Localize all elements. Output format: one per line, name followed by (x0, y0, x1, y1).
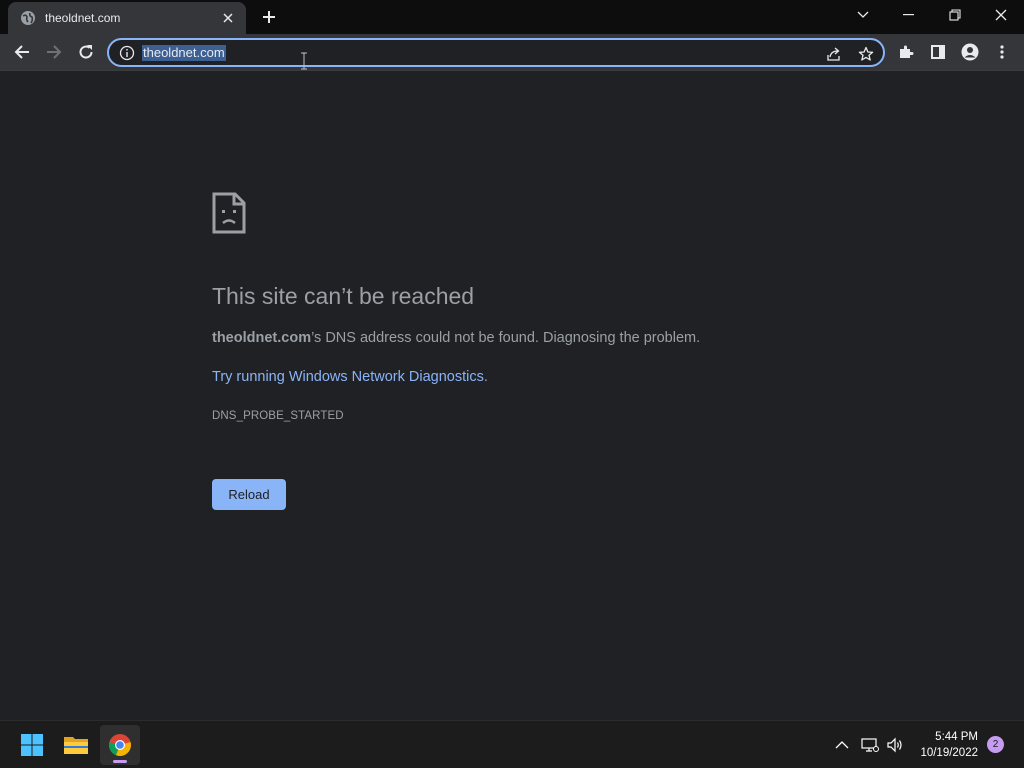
address-bar[interactable]: theoldnet.com (107, 38, 885, 67)
minimize-button[interactable] (894, 4, 924, 26)
side-panel-icon[interactable] (926, 40, 950, 64)
new-tab-button[interactable] (259, 7, 279, 27)
site-info-icon[interactable] (119, 45, 135, 61)
restore-button[interactable] (940, 4, 970, 26)
browser-tab[interactable]: theoldnet.com (8, 2, 246, 34)
close-tab-icon[interactable] (220, 10, 236, 26)
share-icon[interactable] (825, 45, 843, 63)
menu-dots-icon[interactable] (990, 40, 1014, 64)
suggestion-period: . (483, 369, 488, 385)
notification-badge[interactable]: 2 (987, 736, 1004, 753)
tab-title: theoldnet.com (45, 11, 121, 25)
error-description: theoldnet.com’s DNS address could not be… (212, 330, 700, 346)
tab-strip: theoldnet.com (0, 0, 1024, 34)
clock-date: 10/19/2022 (920, 747, 978, 759)
network-diagnostics-link[interactable]: Try running Windows Network Diagnostics (212, 369, 484, 385)
volume-icon[interactable] (885, 735, 905, 755)
chrome-taskbar-icon[interactable] (100, 725, 140, 765)
forward-button[interactable] (42, 40, 66, 64)
system-clock[interactable]: 5:44 PM 10/19/2022 (912, 729, 978, 761)
profile-avatar[interactable] (958, 40, 982, 64)
globe-icon (20, 10, 36, 26)
error-title: This site can’t be reached (212, 283, 475, 309)
clock-time: 5:44 PM (935, 731, 978, 743)
bookmark-star-icon[interactable] (857, 45, 875, 63)
back-button[interactable] (10, 40, 34, 64)
reload-page-button[interactable] (74, 40, 98, 64)
error-code: DNS_PROBE_STARTED (212, 410, 344, 422)
show-hidden-icons-chevron-icon[interactable] (832, 735, 852, 755)
reload-button[interactable]: Reload (212, 479, 286, 510)
error-suggestion: Try running Windows Network Diagnostics. (212, 369, 488, 385)
close-window-button[interactable] (986, 4, 1016, 26)
network-icon[interactable] (860, 735, 880, 755)
error-host: theoldnet.com (212, 330, 312, 346)
sad-page-icon (212, 192, 246, 234)
tab-search-icon[interactable] (848, 4, 878, 26)
error-description-text: ’s DNS address could not be found. Diagn… (311, 330, 701, 346)
text-cursor-icon (301, 52, 307, 70)
url-text[interactable]: theoldnet.com (142, 45, 226, 61)
extensions-icon[interactable] (894, 40, 918, 64)
file-explorer-icon[interactable] (56, 725, 96, 765)
active-app-indicator (113, 760, 127, 763)
taskbar: 5:44 PM 10/19/2022 (0, 720, 1024, 768)
windows-start-icon[interactable] (12, 725, 52, 765)
browser-toolbar: theoldnet.com (0, 34, 1024, 71)
